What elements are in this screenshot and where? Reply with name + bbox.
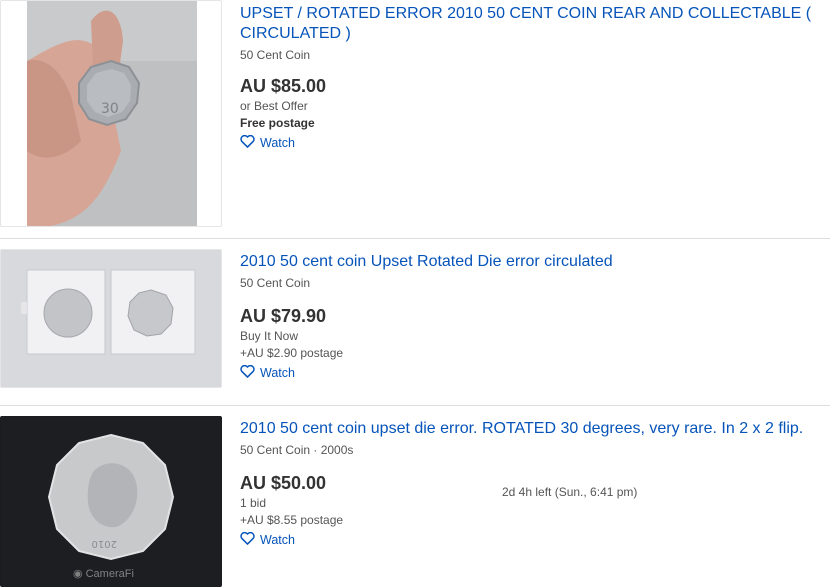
heart-icon xyxy=(240,531,255,548)
listing-title-link[interactable]: UPSET / ROTATED ERROR 2010 50 CENT COIN … xyxy=(240,4,820,44)
postage-label: +AU $8.55 postage xyxy=(240,513,344,527)
watch-label: Watch xyxy=(260,366,295,380)
listing-image[interactable] xyxy=(0,249,222,388)
watch-button[interactable]: Watch xyxy=(240,364,820,381)
watch-button[interactable]: Watch xyxy=(240,531,825,548)
watch-label: Watch xyxy=(260,533,295,547)
camera-icon: ◉ xyxy=(73,568,83,580)
listing-item: 30 UPSET / ROTATED ERROR 2010 50 CENT CO… xyxy=(0,0,830,238)
postage-label: Free postage xyxy=(240,116,315,130)
svg-text:30: 30 xyxy=(101,101,119,117)
listing-item: 2010 ◉ CameraFi 2010 50 cent coin upset … xyxy=(0,406,830,587)
coin-dark-photo: 2010 xyxy=(1,417,221,586)
heart-icon xyxy=(240,364,255,381)
best-offer-label: or Best Offer xyxy=(240,99,308,113)
postage-label: +AU $2.90 postage xyxy=(240,346,344,360)
listing-subtitle: 50 Cent Coin xyxy=(240,48,311,62)
listing-price: AU $85.00 xyxy=(240,76,327,96)
watch-label: Watch xyxy=(260,136,295,150)
listing-title-link[interactable]: 2010 50 cent coin Upset Rotated Die erro… xyxy=(240,252,820,272)
time-left: 2d 4h left (Sun., 6:41 pm) xyxy=(502,485,638,499)
heart-icon xyxy=(240,134,255,151)
watch-button[interactable]: Watch xyxy=(240,134,820,151)
camera-watermark: ◉ CameraFi xyxy=(73,567,134,581)
svg-text:2010: 2010 xyxy=(92,538,117,549)
listing-price: AU $79.90 xyxy=(240,306,327,326)
listing-image[interactable]: 30 xyxy=(0,0,222,227)
buy-it-now-label: Buy It Now xyxy=(240,329,299,343)
listing-title-link[interactable]: 2010 50 cent coin upset die error. ROTAT… xyxy=(240,419,825,439)
coin-flips-photo xyxy=(1,250,221,387)
listing-subtitle: 50 Cent Coin · 2000s xyxy=(240,443,354,457)
listing-subtitle: 50 Cent Coin xyxy=(240,276,311,290)
listing-item: 2010 50 cent coin Upset Rotated Die erro… xyxy=(0,239,830,405)
watermark-label: CameraFi xyxy=(85,567,134,580)
listing-image[interactable]: 2010 ◉ CameraFi xyxy=(0,416,222,587)
coin-in-hand-photo: 30 xyxy=(27,1,197,226)
